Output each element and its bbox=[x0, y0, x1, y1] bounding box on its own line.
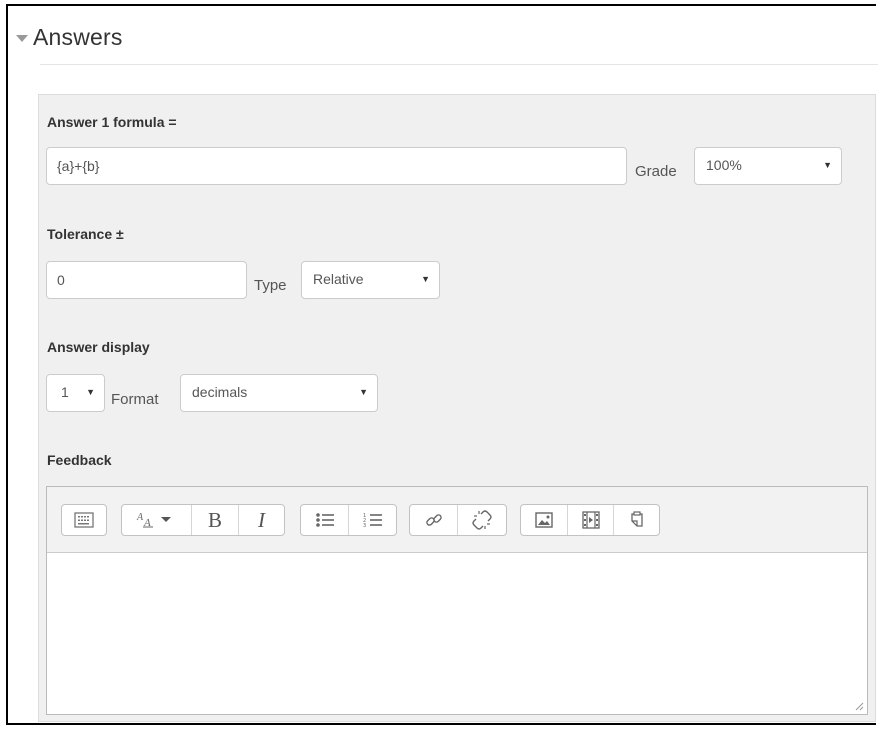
media-button[interactable] bbox=[568, 505, 614, 535]
tolerance-value: 0 bbox=[57, 272, 65, 288]
ordered-list-icon: 123 bbox=[363, 513, 382, 528]
font-style-button[interactable]: A A bbox=[122, 505, 192, 535]
unlink-button[interactable] bbox=[458, 505, 506, 535]
toolbar-group-toggle bbox=[61, 504, 107, 536]
grade-label: Grade bbox=[635, 163, 677, 180]
section-title: Answers bbox=[33, 24, 123, 50]
feedback-editor: A A B I 1 2 3 bbox=[46, 486, 868, 715]
unordered-list-icon bbox=[315, 513, 334, 527]
grade-select[interactable]: 100% ▼ bbox=[694, 147, 842, 185]
italic-icon: I bbox=[258, 507, 265, 532]
format-label: Format bbox=[111, 391, 159, 408]
tolerance-type-value: Relative bbox=[313, 271, 364, 287]
toolbar-group-lists: 123 bbox=[300, 504, 397, 536]
answer-formula-value: {a}+{b} bbox=[57, 158, 100, 174]
bold-button[interactable]: B bbox=[192, 505, 239, 535]
legend-divider bbox=[40, 64, 878, 65]
image-icon bbox=[535, 512, 553, 528]
tolerance-label: Tolerance ± bbox=[47, 226, 124, 242]
toolbar-toggle-icon bbox=[74, 512, 94, 528]
section-legend[interactable]: Answers bbox=[16, 24, 123, 51]
answer-display-label: Answer display bbox=[47, 339, 150, 355]
unordered-list-button[interactable] bbox=[301, 505, 349, 535]
format-value: decimals bbox=[192, 384, 248, 400]
feedback-label: Feedback bbox=[47, 452, 112, 468]
answers-fieldset: Answers Answer 1 formula = {a}+{b} Grade… bbox=[6, 4, 878, 725]
display-digits-select[interactable]: 1 ▼ bbox=[46, 374, 105, 412]
collapse-triangle-icon[interactable] bbox=[16, 35, 28, 42]
format-select[interactable]: decimals ▼ bbox=[180, 374, 378, 412]
dropdown-arrow-icon: ▼ bbox=[823, 160, 832, 170]
feedback-textarea[interactable] bbox=[47, 553, 867, 714]
toolbar-group-media bbox=[520, 504, 660, 536]
paste-button[interactable] bbox=[614, 505, 659, 535]
resize-handle-icon[interactable] bbox=[855, 702, 864, 711]
media-icon bbox=[581, 511, 600, 529]
font-style-dropdown-icon: A A bbox=[136, 512, 171, 529]
dropdown-arrow-icon: ▼ bbox=[359, 387, 368, 397]
svg-text:A: A bbox=[136, 512, 144, 523]
toolbar-group-text: A A B I bbox=[121, 504, 285, 536]
dropdown-arrow-icon: ▼ bbox=[86, 387, 95, 397]
type-label: Type bbox=[254, 277, 287, 294]
link-icon bbox=[425, 514, 442, 526]
editor-toolbar: A A B I 1 2 3 bbox=[47, 487, 867, 553]
italic-button[interactable]: I bbox=[239, 505, 284, 535]
tolerance-input[interactable]: 0 bbox=[46, 261, 247, 299]
answer-panel: Answer 1 formula = {a}+{b} Grade 100% ▼ … bbox=[38, 94, 876, 722]
paste-icon bbox=[630, 511, 643, 527]
link-button[interactable] bbox=[410, 505, 458, 535]
tolerance-type-select[interactable]: Relative ▼ bbox=[301, 261, 440, 299]
bold-icon: B bbox=[207, 507, 222, 532]
display-digits-value: 1 bbox=[61, 384, 69, 400]
grade-value: 100% bbox=[706, 157, 742, 173]
answer-formula-label: Answer 1 formula = bbox=[47, 114, 177, 130]
answer-formula-input[interactable]: {a}+{b} bbox=[46, 147, 627, 185]
unlink-icon bbox=[472, 510, 492, 530]
svg-text:3: 3 bbox=[363, 523, 366, 528]
image-button[interactable] bbox=[521, 505, 568, 535]
toolbar-toggle-button[interactable] bbox=[62, 505, 106, 535]
toolbar-group-links bbox=[409, 504, 507, 536]
ordered-list-button[interactable]: 123 bbox=[349, 505, 396, 535]
dropdown-arrow-icon: ▼ bbox=[421, 274, 430, 284]
